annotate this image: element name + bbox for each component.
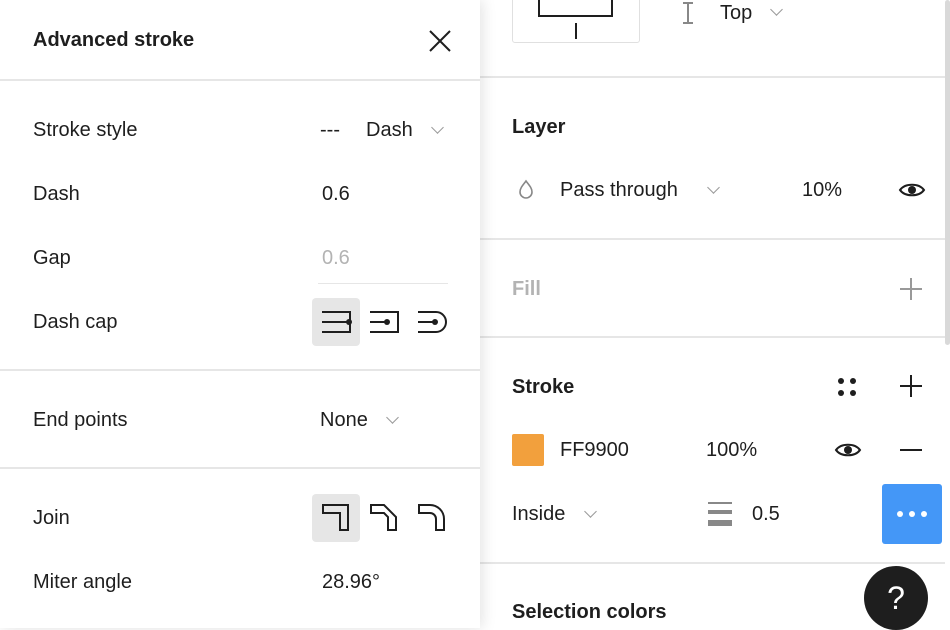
stroke-weight-input[interactable]: 0.5 — [752, 502, 780, 526]
dash-preview-icon: --- — [320, 119, 340, 141]
stroke-color-hex[interactable]: FF9900 — [560, 438, 629, 462]
chevron-down-icon — [707, 181, 720, 194]
blend-mode-icon — [519, 179, 533, 199]
fill-title: Fill — [512, 278, 541, 300]
advanced-stroke-button[interactable] — [882, 484, 942, 544]
stroke-title: Stroke — [512, 376, 575, 398]
dash-input[interactable]: 0.6 — [322, 182, 350, 206]
selection-colors-title: Selection colors — [512, 601, 667, 623]
vertical-constraint-value: Top — [720, 2, 753, 24]
stroke-weight-icon — [708, 502, 732, 526]
stroke-position-value: Inside — [512, 503, 566, 525]
add-fill-icon[interactable] — [900, 278, 922, 300]
add-stroke-icon[interactable] — [900, 375, 922, 397]
divider — [0, 79, 480, 81]
gap-input-underline — [318, 283, 448, 284]
style-grid-icon[interactable] — [836, 376, 858, 398]
blend-mode-value: Pass through — [560, 179, 678, 201]
join-label: Join — [33, 507, 70, 529]
help-button[interactable]: ? — [864, 566, 928, 630]
miter-angle-label: Miter angle — [33, 571, 132, 593]
divider — [0, 467, 480, 469]
divider — [480, 562, 945, 564]
stroke-opacity-input[interactable]: 100% — [706, 438, 757, 462]
remove-stroke-icon[interactable] — [900, 444, 922, 456]
layer-opacity-input[interactable]: 10% — [802, 178, 842, 202]
chevron-down-icon — [584, 505, 597, 518]
more-icon — [897, 511, 927, 517]
square-cap-icon — [322, 311, 352, 333]
stroke-color-swatch[interactable] — [512, 434, 544, 466]
miter-join-icon — [322, 504, 349, 531]
eye-icon[interactable] — [834, 440, 862, 460]
bevel-join-icon[interactable] — [370, 504, 398, 532]
vertical-constraint-dropdown[interactable]: Top — [718, 0, 788, 28]
flat-cap-icon[interactable] — [368, 310, 402, 334]
chevron-down-icon — [386, 411, 399, 424]
eye-icon[interactable] — [898, 180, 926, 200]
blend-mode-dropdown[interactable]: Pass through — [558, 176, 728, 206]
constraint-box — [538, 0, 613, 17]
stroke-style-value: Dash — [366, 119, 413, 141]
vertical-constraint-icon — [683, 2, 693, 24]
properties-panel: Top Layer Pass through 10% Fill Stroke F… — [480, 0, 950, 628]
chevron-down-icon — [431, 121, 444, 134]
stroke-position-dropdown[interactable]: Inside — [512, 498, 607, 530]
miter-angle-input[interactable]: 28.96° — [322, 570, 380, 594]
divider — [0, 369, 480, 371]
dash-label: Dash — [33, 183, 80, 205]
chevron-down-icon — [770, 3, 783, 16]
layer-title: Layer — [512, 116, 566, 138]
constraint-bottom-line[interactable] — [575, 23, 577, 39]
gap-label: Gap — [33, 247, 71, 269]
round-join-icon[interactable] — [418, 504, 446, 532]
end-points-label: End points — [33, 409, 128, 431]
advanced-stroke-panel: Advanced stroke Stroke style --- Dash Da… — [0, 0, 480, 628]
divider — [480, 336, 945, 338]
constraints-widget[interactable] — [512, 0, 640, 43]
round-cap-icon[interactable] — [416, 310, 450, 334]
end-points-value: None — [320, 409, 368, 431]
dash-cap-label: Dash cap — [33, 311, 118, 333]
divider — [480, 76, 945, 78]
stroke-style-label: Stroke style — [33, 119, 138, 141]
end-points-dropdown[interactable]: None — [318, 402, 408, 438]
gap-input[interactable]: 0.6 — [322, 246, 350, 270]
stroke-style-dropdown[interactable]: --- Dash — [318, 112, 450, 148]
close-icon[interactable] — [428, 29, 452, 53]
divider — [480, 238, 945, 240]
panel-title: Advanced stroke — [33, 29, 195, 51]
scrollbar[interactable] — [945, 0, 950, 345]
